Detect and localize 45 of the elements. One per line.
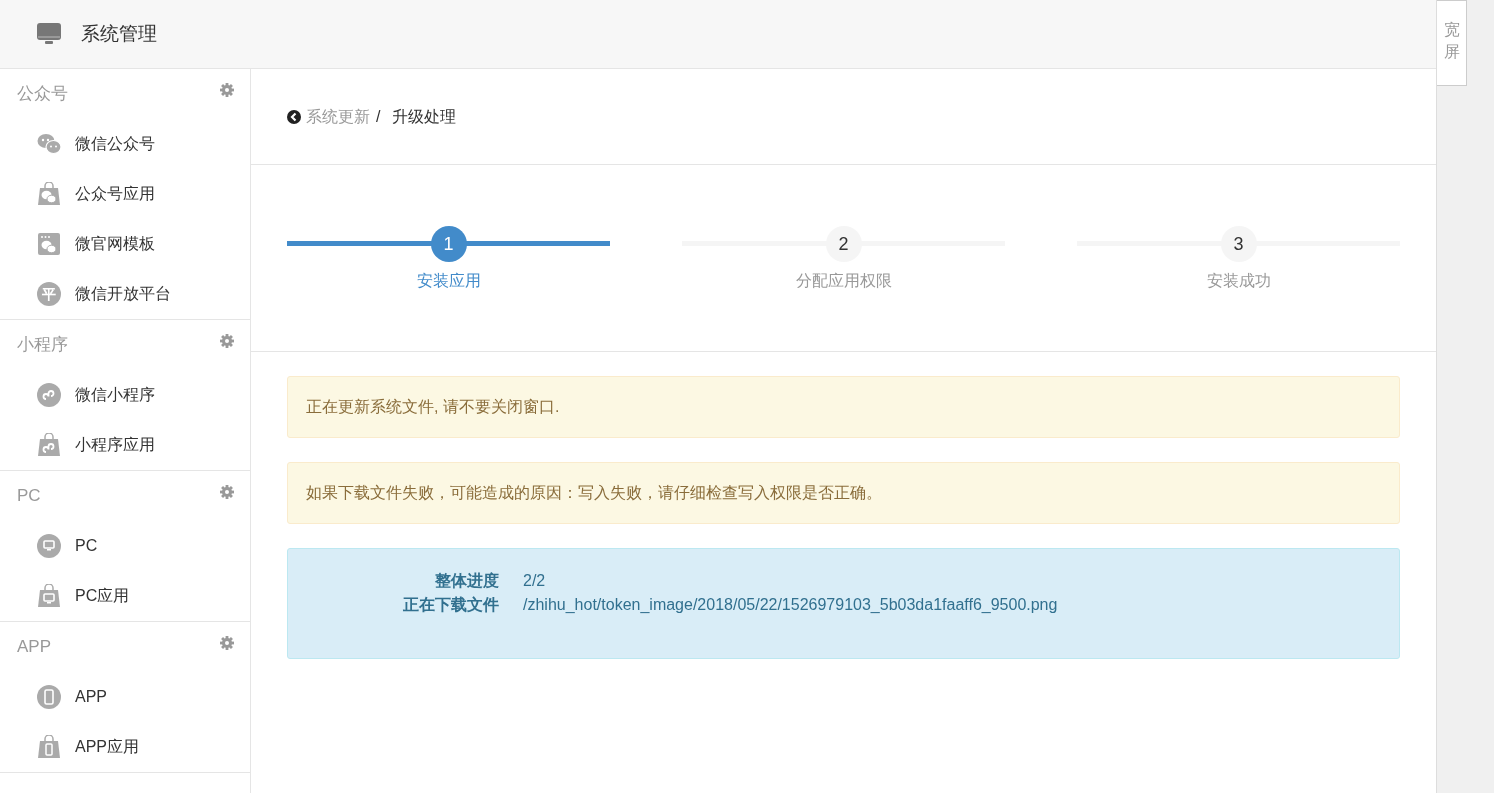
settings-icon[interactable] xyxy=(220,636,234,650)
step-number: 3 xyxy=(1220,226,1257,262)
browser-window-icon xyxy=(37,232,61,256)
shopping-bag-icon xyxy=(37,433,61,457)
sidebar-item[interactable]: 微信公众号 xyxy=(0,119,250,169)
sidebar-item[interactable]: 微信小程序 xyxy=(0,370,250,420)
sidebar-item[interactable]: PC xyxy=(0,521,250,571)
back-icon xyxy=(287,109,301,124)
section-title: 小程序 xyxy=(17,334,68,357)
shopping-bag-icon xyxy=(37,182,61,206)
step-number: 1 xyxy=(430,226,467,262)
step-number: 2 xyxy=(825,226,862,262)
header-title: 系统管理 xyxy=(81,21,157,46)
section-title: PC xyxy=(17,485,41,508)
monitor-icon xyxy=(37,534,61,558)
settings-icon[interactable] xyxy=(220,83,234,97)
breadcrumb-separator: / xyxy=(376,106,381,127)
phone-icon xyxy=(37,685,61,709)
progress-label: 正在下载文件 xyxy=(402,595,499,615)
step-label: 安装成功 xyxy=(1206,271,1271,291)
sidebar-item[interactable]: APP xyxy=(0,672,250,722)
chat-bubbles-icon xyxy=(37,132,61,156)
link-icon xyxy=(37,383,61,407)
progress-value: /zhihu_hot/token_image/2018/05/22/1526979103_5b03da1faaff6_9500.png xyxy=(523,595,1059,615)
section-title: APP xyxy=(17,636,52,659)
progress-value: 2/2 xyxy=(523,571,547,591)
shopping-bag-icon xyxy=(37,584,61,608)
settings-icon[interactable] xyxy=(220,485,234,499)
monitor-icon xyxy=(37,23,61,45)
shopping-bag-icon xyxy=(37,735,61,759)
sidebar-item[interactable]: APP应用 xyxy=(0,722,250,772)
breadcrumb-current: 升级处理 xyxy=(392,106,457,127)
settings-icon[interactable] xyxy=(220,334,234,348)
sidebar-item[interactable]: PC应用 xyxy=(0,571,250,621)
sidebar-item[interactable]: 平 微信开放平台 xyxy=(0,269,250,319)
sidebar-item[interactable]: 微官网模板 xyxy=(0,219,250,269)
step-label: 安装应用 xyxy=(416,271,481,291)
progress-label: 整体进度 xyxy=(434,571,499,591)
section-title: 公众号 xyxy=(17,83,68,106)
sidebar-item[interactable]: 公众号应用 xyxy=(0,169,250,219)
glyph-icon: 平 xyxy=(37,282,61,306)
sidebar-item[interactable]: 小程序应用 xyxy=(0,420,250,470)
step-label: 分配应用权限 xyxy=(795,271,892,291)
alert-message: 正在更新系统文件, 请不要关闭窗口. xyxy=(287,376,1400,438)
alert-message: 如果下载文件失败，可能造成的原因：写入失败，请仔细检查写入权限是否正确。 xyxy=(287,462,1400,524)
